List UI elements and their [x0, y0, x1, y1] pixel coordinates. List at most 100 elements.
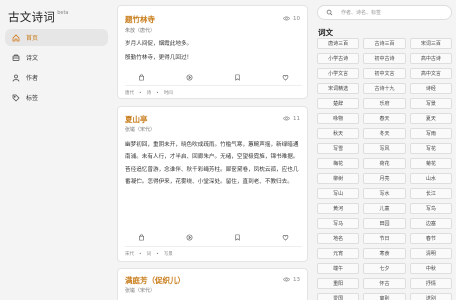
- tag-chip[interactable]: 怀古: [363, 278, 406, 289]
- poem-title[interactable]: 夏山亭: [125, 114, 148, 125]
- tag-chip[interactable]: 写鸟: [409, 203, 452, 214]
- tag-chip[interactable]: 田园: [363, 218, 406, 229]
- tag-chip[interactable]: 宋词精选: [317, 83, 360, 94]
- poem-card: 夏山亭 11 张镃（宋代） 幽梦初回，重阴未开，晓色吹成疏雨。竹槛气寒，蕙畹声摇…: [117, 106, 308, 262]
- tag-chip[interactable]: 端午: [317, 263, 360, 274]
- view-count-value: 10: [293, 15, 300, 22]
- tag-chip[interactable]: 小学文言: [317, 68, 360, 79]
- tag-chip[interactable]: 山水: [409, 173, 452, 184]
- view-count-value: 11: [293, 115, 300, 122]
- tag-chip[interactable]: 秋天: [317, 128, 360, 139]
- bookmark-icon[interactable]: [234, 234, 241, 241]
- tag-chip[interactable]: 写景: [409, 98, 452, 109]
- tag-chip[interactable]: 寒食: [363, 248, 406, 259]
- nav-label-authors: 作者: [26, 75, 39, 82]
- tag-chip[interactable]: 月亮: [363, 173, 406, 184]
- tag-chip[interactable]: 写雨: [409, 128, 452, 139]
- tag-link[interactable]: 写景: [164, 251, 173, 257]
- play-icon[interactable]: [186, 74, 193, 81]
- nav-item-home[interactable]: 首页: [5, 29, 108, 46]
- tag-chip[interactable]: 夏天: [409, 113, 452, 124]
- poem-author[interactable]: 朱放（唐代）: [125, 27, 155, 34]
- tag-chip[interactable]: 咏物: [317, 113, 360, 124]
- tag-chip[interactable]: 重阳: [317, 278, 360, 289]
- nav-item-tags[interactable]: 标签: [5, 89, 108, 106]
- tag-chip[interactable]: 高中文言: [409, 68, 452, 79]
- tag-chip[interactable]: 小学古诗: [317, 53, 360, 64]
- poem-author[interactable]: 张镃（宋代）: [125, 287, 155, 294]
- tag-chip[interactable]: 写雪: [317, 143, 360, 154]
- bookmark-icon[interactable]: [234, 74, 241, 81]
- card-actions: [118, 230, 308, 244]
- poem-title[interactable]: 满庭芳（促织儿）: [125, 275, 185, 286]
- tag-chip[interactable]: 菊花: [409, 158, 452, 169]
- tag-link[interactable]: 诗: [147, 90, 152, 96]
- tag-chip[interactable]: 节日: [363, 233, 406, 244]
- tag-link[interactable]: 宋代: [125, 251, 134, 257]
- tag-chip[interactable]: 古诗三百: [363, 38, 406, 49]
- copy-icon[interactable]: [138, 234, 145, 241]
- heart-icon[interactable]: [282, 74, 289, 81]
- poem-author[interactable]: 张镃（宋代）: [125, 126, 155, 133]
- tag-chip[interactable]: 春天: [363, 113, 406, 124]
- heart-icon[interactable]: [282, 234, 289, 241]
- tag-chip[interactable]: 初中文言: [363, 68, 406, 79]
- tag-link[interactable]: 词: [147, 251, 152, 257]
- tag-chip[interactable]: 清明: [409, 248, 452, 259]
- tag-chip[interactable]: 冬天: [363, 128, 406, 139]
- nav-item-authors[interactable]: 作者: [5, 69, 108, 86]
- tag-chip[interactable]: 诗经: [409, 83, 452, 94]
- tag-chip[interactable]: 乐府: [363, 98, 406, 109]
- tag-chip[interactable]: 爱国: [317, 293, 360, 300]
- tag-chip[interactable]: 儿童: [363, 203, 406, 214]
- tag-chip[interactable]: 抒情: [409, 278, 452, 289]
- tag-chip[interactable]: 写山: [317, 188, 360, 199]
- tag-chip[interactable]: 柳树: [317, 173, 360, 184]
- tags-section-title: 词文: [318, 28, 333, 37]
- tag-chip[interactable]: 黄河: [317, 203, 360, 214]
- card-divider: [125, 85, 302, 86]
- tag-chip[interactable]: 古诗十九: [363, 83, 406, 94]
- eye-icon: [283, 116, 290, 121]
- tag-chip[interactable]: 荷花: [363, 158, 406, 169]
- tag-chip[interactable]: 初中古诗: [363, 53, 406, 64]
- tag-grid: 唐诗三百 古诗三百 宋词三百小学古诗 初中古诗 高中古诗小学文言 初中文言 高中文言宋词精选…: [317, 38, 452, 300]
- poem-line: 岁月人间促，烟霞此地多。: [125, 41, 193, 47]
- tag-link[interactable]: 唐代: [125, 90, 134, 96]
- copy-icon[interactable]: [138, 74, 145, 81]
- poem-title[interactable]: 题竹林寺: [125, 14, 155, 25]
- tag-chip[interactable]: 离别: [363, 293, 406, 300]
- tag-chip[interactable]: 送别: [409, 293, 452, 300]
- tag-chip[interactable]: 宋词三百: [409, 38, 452, 49]
- tag-chip[interactable]: 边塞: [409, 218, 452, 229]
- view-count: 13: [283, 276, 300, 283]
- poem-content: 幽梦初回，重阴未开，晓色吹成疏雨。竹槛气寒，蕙畹声摇，新绿暗通南浦。未有人行，才…: [125, 139, 302, 188]
- tag-chip[interactable]: 梅花: [317, 158, 360, 169]
- tag-chip[interactable]: 春节: [409, 233, 452, 244]
- sidebar-nav: 首页 诗文 作者 标签: [5, 29, 108, 109]
- book-icon: [12, 54, 20, 61]
- search-icon: [326, 9, 333, 16]
- app-brand[interactable]: 古文诗词 beta: [8, 9, 68, 25]
- tag-chip[interactable]: 写马: [317, 218, 360, 229]
- tag-chip[interactable]: 中秋: [409, 263, 452, 274]
- tag-chip[interactable]: 元宵: [317, 248, 360, 259]
- tag-chip[interactable]: 长江: [409, 188, 452, 199]
- tag-chip[interactable]: 写花: [409, 143, 452, 154]
- search-box[interactable]: 作者、诗名、标签: [317, 5, 452, 20]
- tag-link[interactable]: 时间: [164, 90, 173, 96]
- user-icon: [12, 74, 20, 82]
- play-icon[interactable]: [186, 234, 193, 241]
- nav-label-tags: 标签: [26, 95, 39, 102]
- tag-chip[interactable]: 高中古诗: [409, 53, 452, 64]
- view-count: 11: [283, 115, 300, 122]
- tag-chip[interactable]: 地名: [317, 233, 360, 244]
- poem-card: 题竹林寺 10 朱放（唐代） 岁月人间促，烟霞此地多。 殷勤竹林寺，更得几回过！…: [117, 5, 308, 99]
- tag-chip[interactable]: 写风: [363, 143, 406, 154]
- nav-item-poems[interactable]: 诗文: [5, 49, 108, 66]
- tag-chip[interactable]: 七夕: [363, 263, 406, 274]
- tag-chip[interactable]: 楚辞: [317, 98, 360, 109]
- card-actions: [118, 70, 308, 84]
- tag-chip[interactable]: 写水: [363, 188, 406, 199]
- tag-chip[interactable]: 唐诗三百: [317, 38, 360, 49]
